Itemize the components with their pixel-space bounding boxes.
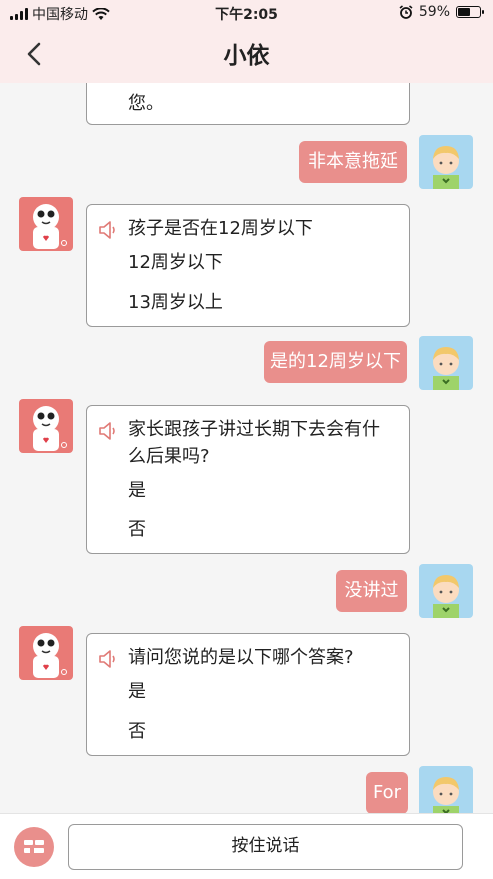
status-bar: 中国移动 下午2:05 59% (0, 0, 493, 26)
user-message-bubble: 没讲过 (336, 570, 407, 612)
bot-question-text: 孩子是否在12周岁以下 (128, 218, 313, 239)
chat-list[interactable]: 您。 非本意拖延 孩子是否在12周岁以下 12周岁以下 13周岁以上 是的12周… (0, 83, 493, 813)
bot-message-text: 您。 (128, 93, 164, 114)
keyboard-toggle-button[interactable] (14, 827, 54, 867)
bot-message-card: 您。 (86, 83, 410, 125)
bot-question-text: 家长跟孩子讲过长期下去会有什么后果吗? (128, 419, 380, 467)
user-avatar (419, 766, 473, 813)
bot-avatar (19, 626, 73, 680)
answer-option[interactable]: 13周岁以上 (128, 288, 223, 314)
bot-avatar (19, 399, 73, 453)
bot-question-card: 请问您说的是以下哪个答案? 是 否 (86, 633, 410, 756)
input-bar: 按住说话 (0, 813, 493, 879)
battery-percent: 59% (418, 4, 450, 20)
user-message-bubble: For (366, 772, 408, 813)
bot-avatar (19, 197, 73, 251)
user-avatar (419, 135, 473, 189)
boy-avatar-icon (433, 146, 459, 189)
page-title: 小依 (223, 43, 270, 69)
robot-avatar-icon (33, 406, 67, 451)
speaker-icon[interactable] (97, 219, 119, 241)
user-avatar (419, 564, 473, 618)
robot-avatar-icon (33, 633, 67, 678)
user-message-bubble: 非本意拖延 (299, 141, 407, 183)
answer-option[interactable]: 否 (128, 717, 146, 743)
robot-avatar-icon (33, 204, 67, 249)
speaker-icon[interactable] (97, 420, 119, 442)
boy-avatar-icon (433, 347, 459, 390)
answer-option[interactable]: 否 (128, 515, 146, 541)
answer-option[interactable]: 是 (128, 677, 146, 703)
user-avatar (419, 336, 473, 390)
answer-option[interactable]: 是 (128, 476, 146, 502)
boy-avatar-icon (433, 575, 459, 618)
keyboard-icon (24, 840, 44, 853)
top-bar: 中国移动 下午2:05 59% 小依 (0, 0, 493, 83)
user-message-bubble: 是的12周岁以下 (264, 341, 407, 383)
bot-question-card: 家长跟孩子讲过长期下去会有什么后果吗? 是 否 (86, 405, 410, 554)
answer-option[interactable]: 12周岁以下 (128, 248, 223, 274)
battery-icon (456, 6, 484, 18)
boy-avatar-icon (433, 777, 459, 813)
speaker-icon[interactable] (97, 648, 119, 670)
bot-question-text: 请问您说的是以下哪个答案? (128, 647, 354, 668)
hold-to-talk-button[interactable]: 按住说话 (68, 824, 463, 870)
alarm-icon (399, 5, 413, 19)
bot-question-card: 孩子是否在12周岁以下 12周岁以下 13周岁以上 (86, 204, 410, 327)
